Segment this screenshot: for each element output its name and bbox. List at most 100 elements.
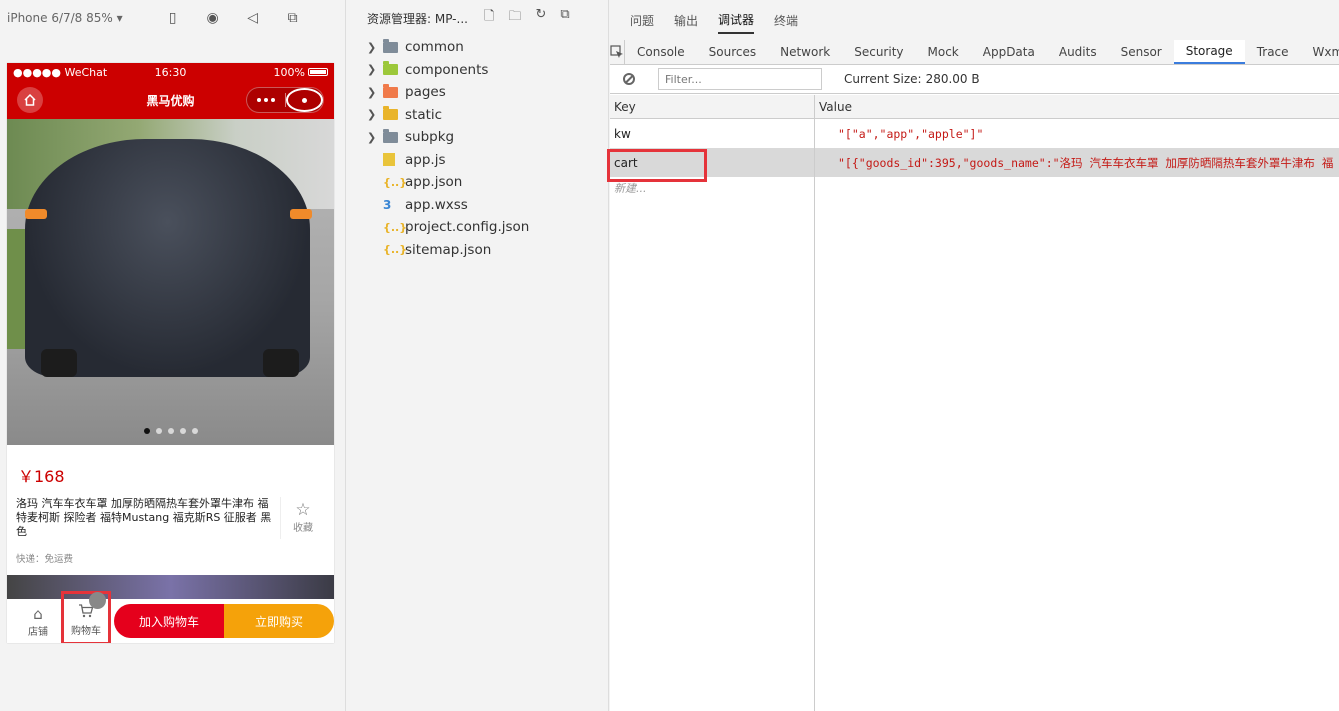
- more-icon[interactable]: [247, 88, 285, 112]
- cart-badge: [89, 592, 106, 609]
- row-value: "[{"goods_id":395,"goods_name":"洛玛 汽车车衣车…: [838, 155, 1334, 170]
- tab-security[interactable]: Security: [842, 40, 915, 64]
- tree-item-label: pages: [405, 84, 446, 101]
- tree-item-subpkg[interactable]: ❯ subpkg: [347, 126, 608, 149]
- tree-item-label: app.json: [405, 174, 463, 191]
- goods-nav-bar: ⌂ 店铺 购物车 加入购物车 立即购买: [7, 591, 334, 643]
- explorer-panel: 资源管理器: MP-... 🗋 🗀 ↻ ⧉ ❯ common ❯ components…: [347, 0, 609, 711]
- folder-icon: [383, 83, 405, 98]
- chevron-right-icon: ❯: [367, 85, 377, 99]
- panel-tab[interactable]: 问题: [630, 8, 654, 33]
- record-icon[interactable]: ◉: [193, 8, 233, 28]
- tree-item-static[interactable]: ❯ static: [347, 104, 608, 127]
- speaker-icon[interactable]: ◁: [233, 8, 273, 28]
- tab-sensor[interactable]: Sensor: [1109, 40, 1174, 64]
- folder-icon: [383, 106, 405, 121]
- chevron-right-icon: ❯: [367, 63, 377, 77]
- chevron-right-icon: ❯: [367, 130, 377, 144]
- new-file-icon[interactable]: 🗋: [484, 7, 494, 29]
- buy-now-button[interactable]: 立即购买: [224, 604, 334, 638]
- status-time: 16:30: [154, 65, 187, 79]
- tab-trace[interactable]: Trace: [1245, 40, 1301, 64]
- row-value: "["a","app","apple"]": [838, 126, 984, 141]
- home-icon[interactable]: [17, 87, 43, 113]
- json-file-icon: {..}: [383, 220, 408, 234]
- js-file-icon: [383, 153, 405, 167]
- close-miniprogram-icon[interactable]: [285, 88, 323, 112]
- folder-icon: [383, 128, 405, 143]
- cart-label: 购物车: [71, 626, 101, 637]
- json-file-icon: {..}: [383, 175, 408, 189]
- tab-appdata[interactable]: AppData: [971, 40, 1047, 64]
- shop-option[interactable]: ⌂ 店铺: [15, 605, 61, 638]
- tree-item-common[interactable]: ❯ common: [347, 36, 608, 59]
- explorer-header: 资源管理器: MP-... 🗋 🗀 ↻ ⧉: [347, 0, 608, 36]
- tab-sources[interactable]: Sources: [697, 40, 768, 64]
- value-column-header[interactable]: Value: [815, 95, 1339, 118]
- phone-icon[interactable]: ▯: [153, 8, 193, 28]
- panel-tabs: 问题 输出 调试器 终端: [610, 0, 1339, 40]
- navigation-bar: 黑马优购: [7, 81, 334, 119]
- panel-tab[interactable]: 终端: [774, 8, 798, 33]
- tree-item-label: common: [405, 39, 464, 56]
- tab-network[interactable]: Network: [768, 40, 842, 64]
- cart-option[interactable]: 购物车: [61, 591, 111, 643]
- favorite-button[interactable]: ☆ 收藏: [281, 497, 325, 539]
- tree-item-components[interactable]: ❯ components: [347, 59, 608, 82]
- device-selector[interactable]: iPhone 6/7/8 85% ▾: [7, 11, 123, 25]
- current-size: Current Size: 280.00 B: [844, 72, 980, 86]
- phone-screen: ●●●●● WeChat 16:30 100% 黑马优购 ￥168 洛玛 汽车车…: [7, 63, 334, 643]
- tree-item-app-wxss[interactable]: 3 app.wxss: [347, 194, 608, 217]
- folder-icon: [383, 61, 405, 76]
- table-row[interactable]: kw "["a","app","apple"]": [610, 119, 1339, 148]
- add-to-cart-button[interactable]: 加入购物车: [114, 604, 224, 638]
- favorite-label: 收藏: [293, 523, 313, 534]
- panel-tab[interactable]: 输出: [674, 8, 698, 33]
- shipping-info: 快递：免运费: [16, 554, 74, 565]
- clear-storage-icon[interactable]: [620, 70, 638, 88]
- current-size-value: 280.00 B: [925, 72, 980, 86]
- goods-info: ￥168 洛玛 汽车车衣车罩 加厚防晒隔热车套外罩牛津布 福特麦柯斯 探险者 福…: [7, 445, 334, 565]
- tree-item-project-config-json[interactable]: {..} project.config.json: [347, 216, 608, 239]
- detail-image-preview: [7, 575, 334, 599]
- filter-input[interactable]: [658, 68, 822, 90]
- devtools-panel: 问题 输出 调试器 终端 Console Sources Network Security M…: [607, 0, 1339, 711]
- chevron-right-icon: ❯: [367, 108, 377, 122]
- table-header: Key Value: [610, 95, 1339, 119]
- shop-label: 店铺: [28, 626, 48, 638]
- refresh-icon[interactable]: ↻: [535, 7, 546, 29]
- window-icon[interactable]: ⧉: [273, 8, 313, 28]
- tab-mock[interactable]: Mock: [916, 40, 971, 64]
- chevron-right-icon: ❯: [367, 40, 377, 54]
- tree-item-app-js[interactable]: app.js: [347, 149, 608, 172]
- goods-image-swiper[interactable]: [7, 119, 334, 445]
- tree-item-pages[interactable]: ❯ pages: [347, 81, 608, 104]
- key-column-header[interactable]: Key: [610, 95, 815, 118]
- tab-storage[interactable]: Storage: [1173, 40, 1245, 64]
- simulator-toolbar: iPhone 6/7/8 85% ▾ ▯ ◉ ◁ ⧉: [0, 0, 345, 36]
- tree-item-label: project.config.json: [405, 219, 530, 236]
- goods-name: 洛玛 汽车车衣车罩 加厚防晒隔热车套外罩牛津布 福特麦柯斯 探险者 福特Must…: [16, 497, 281, 539]
- folder-icon: [383, 38, 405, 53]
- table-row[interactable]: cart "[{"goods_id":395,"goods_name":"洛玛 …: [610, 148, 1339, 177]
- tab-wxml[interactable]: Wxml: [1301, 40, 1339, 64]
- element-select-icon[interactable]: [610, 40, 625, 64]
- tree-item-app-json[interactable]: {..} app.json: [347, 171, 608, 194]
- tree-item-label: app.js: [405, 151, 446, 168]
- status-bar: ●●●●● WeChat 16:30 100%: [7, 63, 334, 81]
- tree-item-sitemap-json[interactable]: {..} sitemap.json: [347, 239, 608, 262]
- cart-key-highlight: [607, 149, 707, 182]
- collapse-all-icon[interactable]: ⧉: [560, 7, 569, 29]
- tab-console[interactable]: Console: [625, 40, 697, 64]
- star-icon: ☆: [295, 500, 311, 520]
- file-tree: ❯ common ❯ components ❯ pages ❯ static ❯ subpkg ap…: [347, 36, 608, 261]
- new-folder-icon[interactable]: 🗀: [508, 7, 521, 29]
- shop-icon: ⌂: [33, 604, 43, 623]
- new-row[interactable]: 新建...: [610, 177, 1339, 199]
- tab-audits[interactable]: Audits: [1047, 40, 1109, 64]
- storage-table: Key Value kw "["a","app","apple"]" cart …: [607, 95, 1339, 711]
- json-file-icon: {..}: [383, 243, 408, 257]
- menu-capsule: [246, 87, 324, 113]
- css-file-icon: 3: [383, 197, 392, 212]
- panel-tab[interactable]: 调试器: [718, 7, 755, 34]
